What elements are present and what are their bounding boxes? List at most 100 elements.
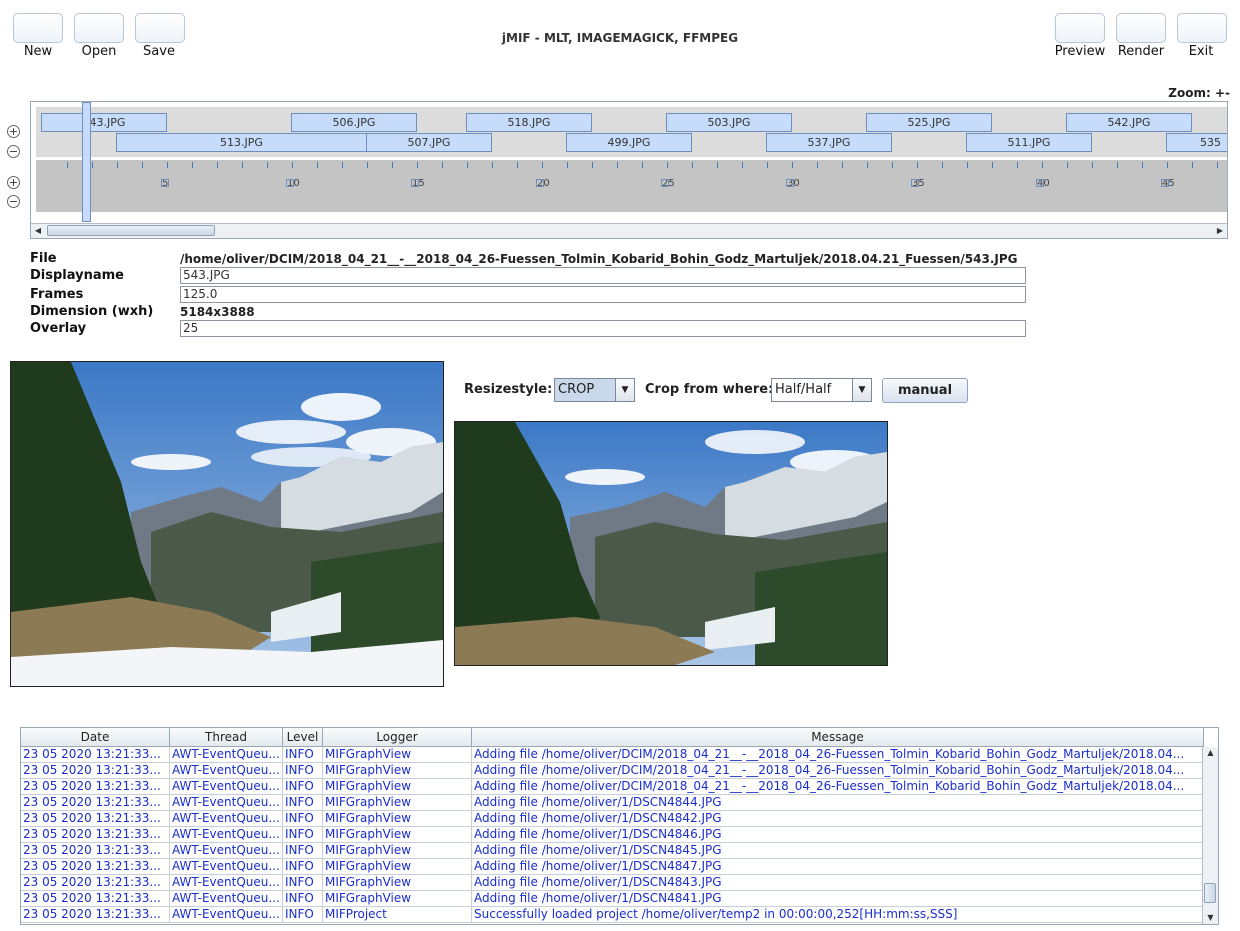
clip-535[interactable]: 535 [1166,133,1227,152]
overlay-field[interactable]: 25 [180,320,1026,337]
log-cell-level: INFO [283,859,323,874]
clip-511[interactable]: 511.JPG [966,133,1092,152]
log-cell-logger: MIFProject [323,907,472,922]
column-thread[interactable]: Thread [170,728,283,746]
tick-label-35: 35 [911,178,925,189]
clip-543[interactable]: 543.JPG [41,113,167,132]
column-date[interactable]: Date [21,728,170,746]
ruler-tick [367,162,368,168]
clips-zoom-out-icon[interactable]: − [7,145,20,158]
timeline-horizontal-scrollbar[interactable]: ◀ ▶ [31,223,1227,238]
clip-513[interactable]: 513.JPG [116,133,367,152]
log-scroll-thumb[interactable] [1204,883,1216,903]
ruler-tick [392,162,393,168]
render-button[interactable] [1116,13,1166,43]
table-row[interactable]: 23 05 2020 13:21:33... AWT-EventQueu... IN… [21,747,1204,763]
ruler-tick [517,162,518,168]
ruler-tick [942,162,943,168]
exit-button[interactable] [1177,13,1227,43]
timeline[interactable]: 543.JPG 506.JPG 518.JPG 503.JPG 525.JPG … [30,101,1228,239]
ruler-tick [867,162,868,168]
clip-542[interactable]: 542.JPG [1066,113,1192,132]
tick-label-5: 5 [161,178,169,189]
file-path: /home/oliver/DCIM/2018_04_21__-__2018_04… [180,252,1018,266]
preview-button[interactable] [1055,13,1105,43]
table-row[interactable]: 23 05 2020 13:21:33... AWT-EventQueu... IN… [21,843,1204,859]
frames-field[interactable]: 125.0 [180,286,1026,303]
log-table[interactable]: Date Thread Level Logger Message 23 05 2… [20,727,1219,925]
column-logger[interactable]: Logger [323,728,472,746]
resizestyle-label: Resizestyle: [464,382,553,397]
ruler-tick [317,162,318,168]
ruler-tick [142,162,143,168]
playhead[interactable] [82,102,91,222]
scroll-down-icon[interactable]: ▼ [1203,912,1218,924]
ruler-tick [742,162,743,168]
ruler-tick [1117,162,1118,168]
chevron-down-icon[interactable]: ▼ [852,379,871,401]
clip-518[interactable]: 518.JPG [466,113,592,132]
manual-button[interactable]: manual [882,378,968,403]
table-row[interactable]: 23 05 2020 13:21:33... AWT-EventQueu... IN… [21,875,1204,891]
ruler-tick [842,162,843,168]
save-button-label: Save [143,44,175,59]
resizestyle-select[interactable]: CROP ▼ [554,378,635,402]
zoom-control[interactable]: Zoom: +- [1168,86,1230,100]
ruler-tick [242,162,243,168]
table-row[interactable]: 23 05 2020 13:21:33... AWT-EventQueu... IN… [21,779,1204,795]
log-cell-logger: MIFGraphView [323,763,472,778]
table-row[interactable]: 23 05 2020 13:21:33... AWT-EventQueu... IN… [21,907,1204,923]
log-cell-thread: AWT-EventQueu... [170,907,283,922]
log-vertical-scrollbar[interactable]: ▲ ▼ [1202,747,1218,924]
ruler-tick [642,162,643,168]
ruler-tick [1067,162,1068,168]
ruler-tick [267,162,268,168]
ruler-tick [967,162,968,168]
ruler-tick [92,162,93,168]
log-header: Date Thread Level Logger Message [21,728,1204,747]
clip-507[interactable]: 507.JPG [366,133,492,152]
crop-select[interactable]: Half/Half ▼ [771,378,872,402]
tick-label-15: 15 [411,178,425,189]
clip-525[interactable]: 525.JPG [866,113,992,132]
ruler-tick [1092,162,1093,168]
column-level[interactable]: Level [283,728,323,746]
overlay-zoom-in-icon[interactable]: + [7,176,20,189]
ruler-tick [1042,162,1043,168]
column-message[interactable]: Message [472,728,1204,746]
clip-506[interactable]: 506.JPG [291,113,417,132]
save-button[interactable] [135,13,185,43]
clip-503[interactable]: 503.JPG [666,113,792,132]
table-row[interactable]: 23 05 2020 13:21:33... AWT-EventQueu... IN… [21,859,1204,875]
log-cell-logger: MIFGraphView [323,875,472,890]
log-cell-logger: MIFGraphView [323,843,472,858]
overlay-label: Overlay [30,321,87,336]
table-row[interactable]: 23 05 2020 13:21:33... AWT-EventQueu... IN… [21,811,1204,827]
chevron-down-icon[interactable]: ▼ [615,379,634,401]
new-button[interactable] [13,13,63,43]
log-cell-date: 23 05 2020 13:21:33... [21,811,170,826]
clip-499[interactable]: 499.JPG [566,133,692,152]
table-row[interactable]: 23 05 2020 13:21:33... AWT-EventQueu... IN… [21,763,1204,779]
ruler-tick [467,162,468,168]
table-row[interactable]: 23 05 2020 13:21:33... AWT-EventQueu... IN… [21,827,1204,843]
ruler-tick [817,162,818,168]
log-cell-logger: MIFGraphView [323,811,472,826]
open-button[interactable] [74,13,124,43]
log-cell-message: Adding file /home/oliver/1/DSCN4842.JPG [472,811,1204,826]
scroll-thumb[interactable] [47,225,215,236]
displayname-field[interactable]: 543.JPG [180,267,1026,284]
frames-label: Frames [30,287,84,302]
scroll-up-icon[interactable]: ▲ [1203,747,1218,759]
log-cell-logger: MIFGraphView [323,891,472,906]
log-cell-logger: MIFGraphView [323,747,472,762]
crop-value: Half/Half [775,382,832,397]
table-row[interactable]: 23 05 2020 13:21:33... AWT-EventQueu... IN… [21,891,1204,907]
scroll-left-icon[interactable]: ◀ [31,224,45,237]
clip-537[interactable]: 537.JPG [766,133,892,152]
table-row[interactable]: 23 05 2020 13:21:33... AWT-EventQueu... IN… [21,795,1204,811]
scroll-right-icon[interactable]: ▶ [1213,224,1227,237]
overlay-zoom-out-icon[interactable]: − [7,195,20,208]
log-cell-thread: AWT-EventQueu... [170,875,283,890]
clips-zoom-in-icon[interactable]: + [7,125,20,138]
